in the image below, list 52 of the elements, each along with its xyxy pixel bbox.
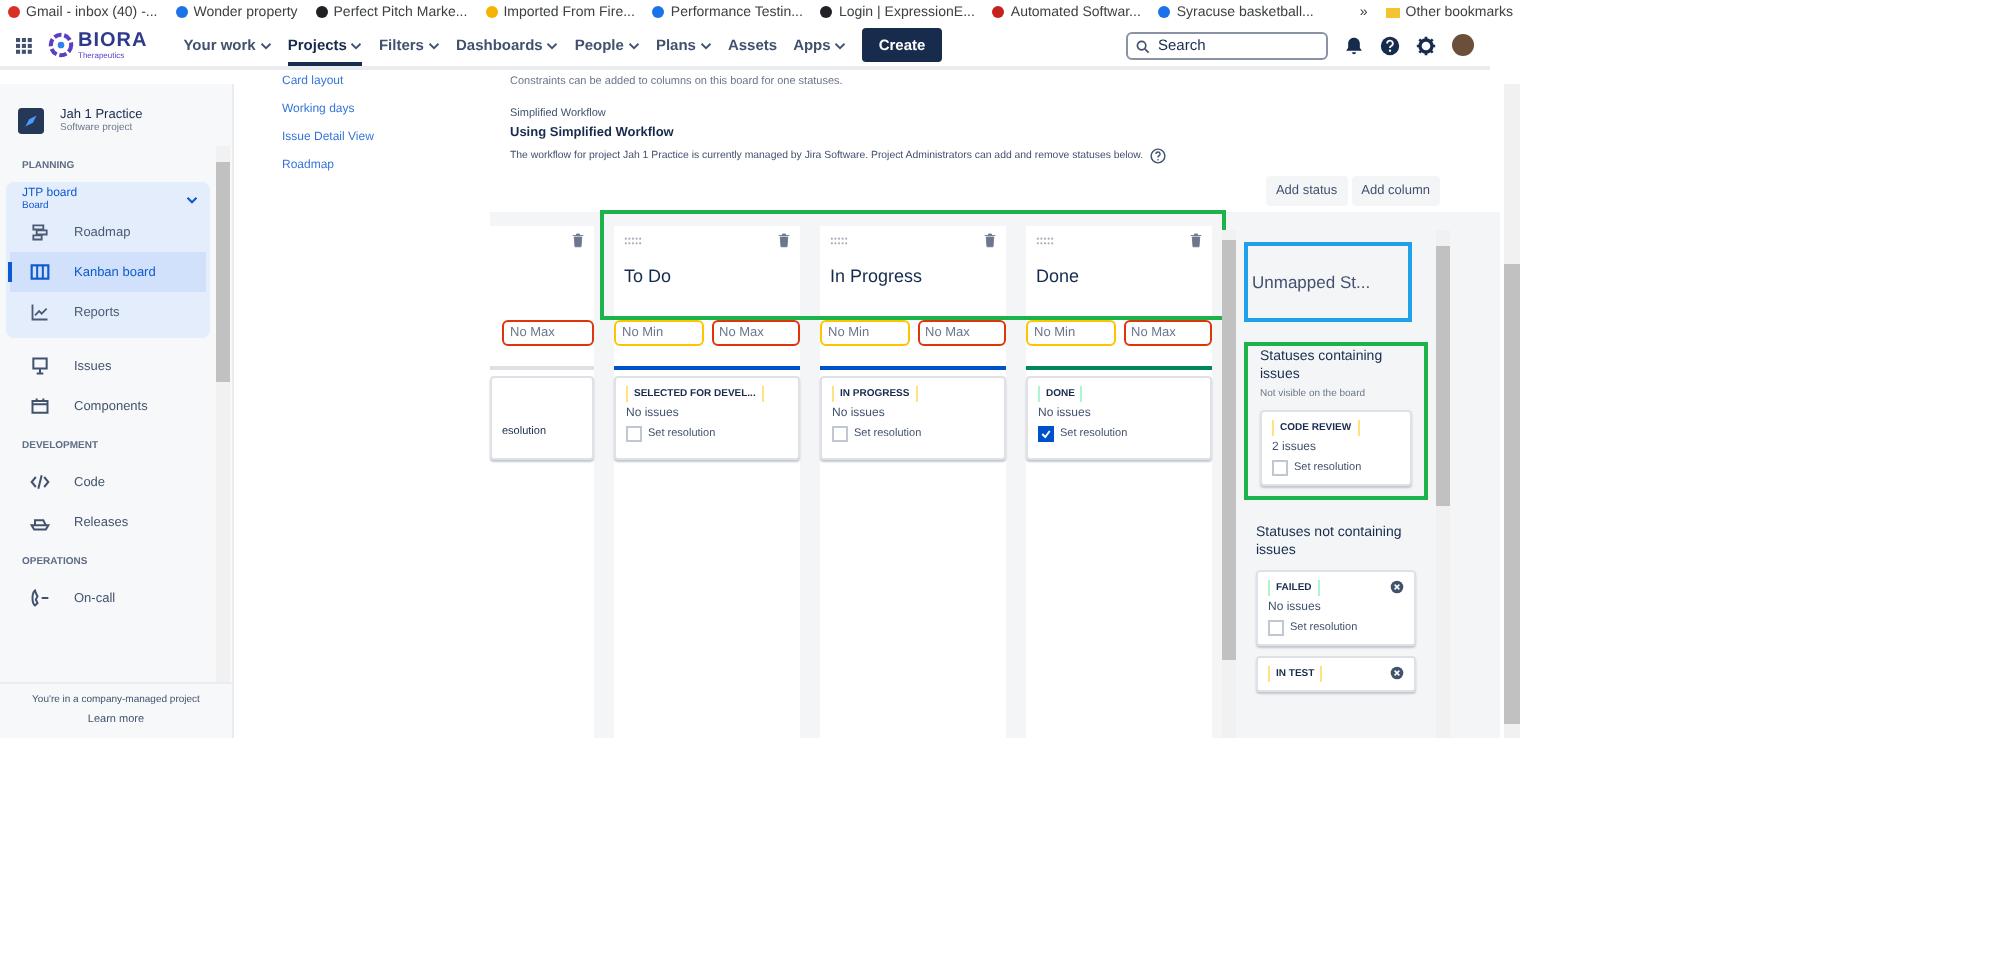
scrollbar-thumb[interactable] [1436, 246, 1450, 506]
checkbox[interactable] [1272, 460, 1288, 477]
app-switcher-icon[interactable] [16, 37, 32, 53]
columns-icon [30, 262, 50, 282]
chevron-icon[interactable] [627, 41, 640, 49]
column-title[interactable]: To Do [624, 266, 790, 286]
scrollbar-thumb[interactable] [1222, 240, 1236, 660]
chart-icon [30, 302, 50, 322]
scrollbar-thumb[interactable] [1504, 264, 1520, 724]
scrollbar[interactable] [1436, 230, 1450, 738]
search-icon [1136, 39, 1150, 53]
remove-icon[interactable] [1390, 580, 1404, 595]
logo-text[interactable]: BIORA [78, 31, 148, 51]
panel-title: Unmapped St... [1244, 242, 1412, 322]
trash-icon[interactable] [1190, 232, 1202, 248]
logo-icon [48, 32, 74, 58]
help-icon[interactable] [1380, 35, 1400, 55]
chevron-icon[interactable] [427, 41, 440, 49]
monitor-icon [30, 356, 50, 376]
code-icon [30, 472, 50, 492]
calendar-icon [30, 396, 50, 416]
avatar[interactable] [1452, 34, 1474, 56]
project-rocket-icon [18, 108, 44, 134]
drag-handle-icon[interactable] [624, 235, 642, 245]
chevron-icon[interactable] [259, 41, 272, 49]
trash-icon[interactable] [572, 232, 584, 248]
checkbox[interactable] [1038, 426, 1054, 442]
settings-icon[interactable] [1416, 35, 1436, 55]
scrollbar[interactable] [1504, 84, 1520, 738]
notification-icon[interactable] [1344, 35, 1364, 55]
scrollbar[interactable] [216, 146, 230, 682]
scrollbar[interactable] [1222, 230, 1236, 738]
checkbox[interactable] [1268, 620, 1284, 637]
folder-icon [1385, 7, 1400, 17]
chevron-icon[interactable] [834, 41, 847, 49]
drag-handle-icon[interactable] [830, 235, 848, 245]
trash-icon[interactable] [778, 232, 790, 248]
column-title[interactable]: In Progress [830, 266, 996, 286]
chevron-icon[interactable] [546, 41, 559, 49]
scrollbar-thumb[interactable] [216, 162, 230, 382]
chevron-icon[interactable] [699, 41, 712, 49]
chevron-icon[interactable] [186, 196, 198, 204]
checkbox[interactable] [832, 426, 848, 442]
checkbox[interactable] [626, 426, 642, 442]
phone-icon [30, 588, 50, 608]
roadmap-icon [30, 222, 50, 242]
trash-icon[interactable] [984, 232, 996, 248]
drag-handle-icon[interactable] [1036, 235, 1054, 245]
help-icon[interactable] [1149, 148, 1166, 164]
remove-icon[interactable] [1390, 666, 1404, 681]
chevron-icon[interactable] [350, 41, 363, 49]
column-title[interactable]: Done [1036, 266, 1202, 286]
